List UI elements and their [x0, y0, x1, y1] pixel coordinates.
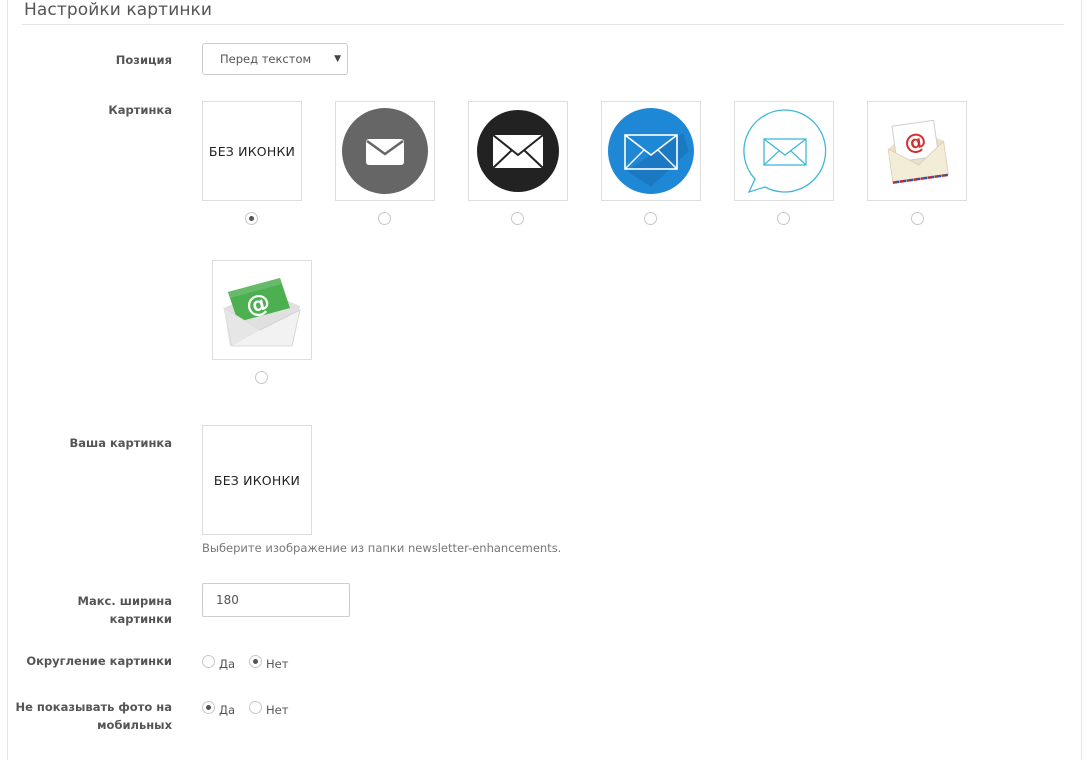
picture-radio-blue-envelope[interactable] — [644, 212, 657, 225]
envelope-at-letter-icon: @ — [887, 119, 949, 184]
envelope-blue-circle-icon — [608, 108, 694, 194]
picture-option-at-letter[interactable]: @ — [867, 101, 967, 201]
max-width-label-line1: Макс. ширина — [77, 594, 172, 608]
your-picture-preview[interactable]: БЕЗ ИКОНКИ — [202, 425, 312, 535]
your-picture-label: Ваша картинка — [69, 436, 172, 450]
envelope-green-at-icon: @ — [223, 278, 301, 347]
rounding-label: Округление картинки — [26, 654, 172, 668]
picture-radio-green-at[interactable] — [255, 371, 268, 384]
your-picture-hint: Выберите изображение из папки newsletter… — [202, 541, 562, 555]
picture-radio-no-icon[interactable] — [245, 212, 258, 225]
chevron-down-icon: ▼ — [334, 54, 341, 64]
envelope-outline-bubble-icon — [743, 109, 827, 194]
picture-option-blue-envelope[interactable] — [601, 101, 701, 201]
hide-mobile-no-label: Нет — [266, 703, 289, 717]
hide-mobile-label: Не показывать фото на мобильных — [12, 698, 173, 734]
rounding-radio-yes[interactable] — [202, 655, 215, 668]
no-icon-text: БЕЗ ИКОНКИ — [208, 143, 296, 159]
hide-mobile-yes-label: Да — [219, 703, 236, 717]
picture-option-gray-envelope[interactable] — [335, 101, 435, 201]
envelope-gray-circle-icon — [342, 108, 428, 194]
picture-label: Картинка — [108, 103, 172, 117]
picture-radio-at-letter[interactable] — [911, 212, 924, 225]
hide-mobile-label-line2: мобильных — [97, 718, 172, 732]
hide-mobile-radio-no[interactable] — [249, 701, 262, 714]
rounding-no-label: Нет — [266, 657, 289, 671]
picture-option-no-icon[interactable]: БЕЗ ИКОНКИ — [202, 101, 302, 201]
max-width-label: Макс. ширина картинки — [12, 592, 172, 628]
section-title: Настройки картинки — [24, 0, 213, 20]
picture-radio-gray-envelope[interactable] — [378, 212, 391, 225]
picture-option-bubble-envelope[interactable] — [734, 101, 834, 201]
hide-mobile-label-line1: Не показывать фото на — [15, 700, 173, 714]
position-select[interactable]: Перед текстом ▼ — [202, 43, 348, 75]
your-picture-preview-text: БЕЗ ИКОНКИ — [213, 472, 301, 488]
picture-option-green-at[interactable]: @ — [212, 260, 312, 360]
picture-radio-black-envelope[interactable] — [511, 212, 524, 225]
rounding-radio-no[interactable] — [249, 655, 262, 668]
position-label: Позиция — [115, 53, 172, 67]
envelope-black-circle-icon — [477, 110, 559, 192]
picture-radio-bubble-envelope[interactable] — [777, 212, 790, 225]
picture-option-black-envelope[interactable] — [468, 101, 568, 201]
svg-text:@: @ — [903, 129, 928, 157]
max-width-value: 180 — [216, 593, 239, 607]
max-width-input[interactable]: 180 — [202, 583, 350, 617]
hide-mobile-radio-yes[interactable] — [202, 701, 215, 714]
rounding-yes-label: Да — [219, 657, 236, 671]
section-divider — [22, 24, 1064, 25]
max-width-label-line2: картинки — [109, 612, 172, 626]
position-select-value: Перед текстом — [220, 52, 312, 66]
